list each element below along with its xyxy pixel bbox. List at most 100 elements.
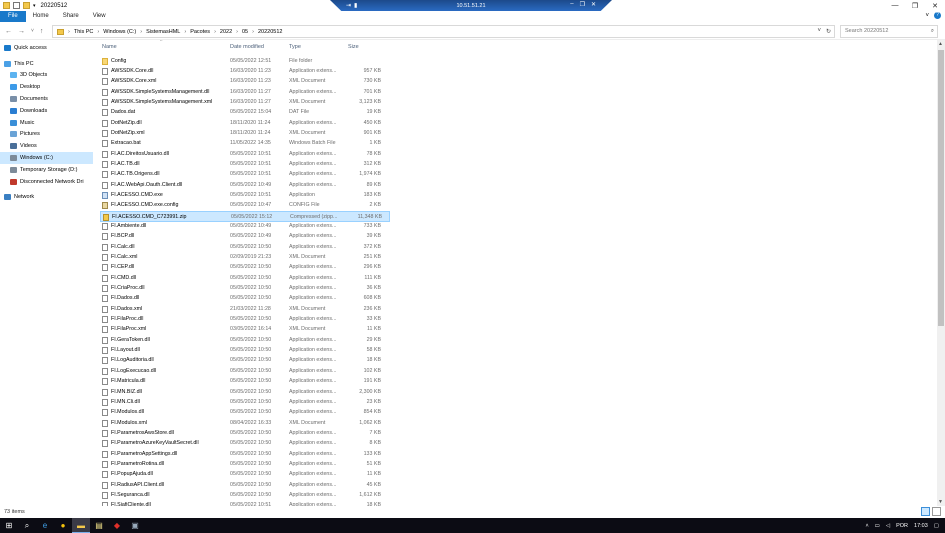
- vertical-scrollbar[interactable]: ▲ ▼: [937, 40, 945, 506]
- clock[interactable]: 17:03: [914, 523, 928, 529]
- sidebar-item-network[interactable]: Network: [0, 192, 93, 204]
- back-button[interactable]: ←: [5, 28, 12, 35]
- file-row[interactable]: FI.Modulos.xml 08/04/2022 16:33 XML Docume…: [100, 418, 390, 428]
- sidebar-item-documents[interactable]: Documents: [0, 93, 93, 105]
- tab-file[interactable]: File: [0, 11, 26, 22]
- search-input[interactable]: Search 20220512 ⌕: [840, 25, 938, 38]
- file-row[interactable]: FI.RadiusAPI.Client.dll 05/05/2022 10:50 A…: [100, 480, 390, 490]
- column-header-name[interactable]: Name: [102, 40, 117, 54]
- file-row[interactable]: AWSSDK.SimpleSystemsManagement.xml 16/03/…: [100, 97, 390, 107]
- sidebar-item-3d-objects[interactable]: 3D Objects: [0, 70, 93, 82]
- breadcrumb-20220512[interactable]: 20220512: [258, 29, 282, 35]
- details-view-button[interactable]: [921, 507, 930, 516]
- scroll-up-arrow[interactable]: ▲: [938, 41, 943, 47]
- scrollbar-thumb[interactable]: [938, 50, 944, 326]
- file-row[interactable]: FI.CMD.dll 05/05/2022 10:50 Application ex…: [100, 273, 390, 283]
- signal-icon[interactable]: ▮: [354, 2, 357, 9]
- sidebar-item-downloads[interactable]: Downloads: [0, 105, 93, 117]
- file-row[interactable]: FI.Layout.dll 05/05/2022 10:50 Application…: [100, 346, 390, 356]
- file-row[interactable]: AWSSDK.Core.xml 16/03/2020 11:23 XML Docum…: [100, 77, 390, 87]
- file-row[interactable]: FI.ACESSO.CMD.exe.config 05/05/2022 10:47…: [100, 201, 390, 211]
- help-icon[interactable]: ?: [934, 12, 941, 19]
- file-row[interactable]: FI.ParametroRotina.dll 05/05/2022 10:50 Ap…: [100, 459, 390, 469]
- file-row[interactable]: FI.ACESSO.CMD_C723991.zip 05/05/2022 15:1…: [100, 211, 390, 222]
- sidebar-item-quick-access[interactable]: Quick access: [0, 42, 93, 54]
- file-explorer-icon[interactable]: ▬: [72, 518, 90, 533]
- large-icons-view-button[interactable]: [932, 507, 941, 516]
- sidebar-item-disconnected-network-dri[interactable]: Disconnected Network Dri: [0, 176, 93, 188]
- refresh-icon[interactable]: ↻: [826, 28, 831, 35]
- sidebar-item-this-pc[interactable]: This PC: [0, 58, 93, 70]
- app-icon[interactable]: ▣: [126, 518, 144, 533]
- file-row[interactable]: FI.MN.Cli.dll 05/05/2022 10:50 Application…: [100, 397, 390, 407]
- file-row[interactable]: FI.AC.WebApi.Oauth.Client.dll 05/05/2022 …: [100, 180, 390, 190]
- breadcrumb-pacotes[interactable]: Pacotes: [190, 29, 210, 35]
- file-row[interactable]: FI.Calc.xml 02/09/2019 21:23 XML Document 2…: [100, 253, 390, 263]
- file-row[interactable]: FI.Calc.dll 05/05/2022 10:50 Application e…: [100, 242, 390, 252]
- tab-home[interactable]: Home: [26, 11, 56, 22]
- column-header-type[interactable]: Type: [289, 40, 301, 54]
- file-row[interactable]: FI.Modulos.dll 05/05/2022 10:50 Applicatio…: [100, 408, 390, 418]
- rdp-restore-button[interactable]: ❐: [580, 1, 585, 8]
- tray-chevron-icon[interactable]: ˄: [865, 523, 868, 529]
- notes-icon[interactable]: ▤: [90, 518, 108, 533]
- address-bar[interactable]: › This PC › Windows (C:) › SistemasHML ›…: [52, 25, 835, 38]
- chrome-icon[interactable]: ●: [54, 518, 72, 533]
- sidebar-item-temporary-storage-d[interactable]: Temporary Storage (D:): [0, 164, 93, 176]
- save-icon[interactable]: [13, 2, 20, 9]
- file-row[interactable]: FI.AC.DireitosUsuario.dll 05/05/2022 10:5…: [100, 149, 390, 159]
- minimize-button[interactable]: —: [885, 0, 905, 11]
- sidebar-item-pictures[interactable]: Pictures: [0, 129, 93, 141]
- scroll-down-arrow[interactable]: ▼: [938, 499, 943, 505]
- file-row[interactable]: FI.Seguranca.dll 05/05/2022 10:50 Applicat…: [100, 490, 390, 500]
- file-row[interactable]: FI.FilaProc.xml 03/05/2022 16:14 XML Docum…: [100, 325, 390, 335]
- up-button[interactable]: ↑: [40, 28, 44, 35]
- forward-button[interactable]: →: [18, 28, 25, 35]
- maximize-button[interactable]: ❐: [905, 0, 925, 11]
- file-row[interactable]: DotNetZip.xml 18/11/2020 11:24 XML Documen…: [100, 128, 390, 138]
- file-row[interactable]: FI.ACESSO.CMD.exe 05/05/2022 10:51 Applica…: [100, 190, 390, 200]
- file-row[interactable]: FI.CriaProc.dll 05/05/2022 10:50 Applicati…: [100, 284, 390, 294]
- file-row[interactable]: FI.PopupAjuda.dll 05/05/2022 10:50 Applica…: [100, 470, 390, 480]
- edge-icon[interactable]: e: [36, 518, 54, 533]
- recent-locations-button[interactable]: ˅: [31, 28, 34, 34]
- file-row[interactable]: FI.Dados.xml 21/03/2022 11:28 XML Document…: [100, 304, 390, 314]
- file-row[interactable]: FI.LogAuditoria.dll 05/05/2022 10:50 Appli…: [100, 356, 390, 366]
- rdp-close-button[interactable]: ✕: [591, 1, 596, 8]
- breadcrumb-windows-c[interactable]: Windows (C:): [103, 29, 136, 35]
- file-row[interactable]: DotNetZip.dll 18/11/2020 11:24 Application…: [100, 118, 390, 128]
- file-row[interactable]: Extracao.bat 11/05/2022 14:35 Windows Batc…: [100, 139, 390, 149]
- file-row[interactable]: FI.AC.TB.Origens.dll 05/05/2022 10:51 Appl…: [100, 170, 390, 180]
- file-row[interactable]: FI.Matricula.dll 05/05/2022 10:50 Applicat…: [100, 377, 390, 387]
- file-row[interactable]: FI.ParametroAzureKeyVaultSecret.dll 05/05…: [100, 439, 390, 449]
- sidebar-item-windows-c[interactable]: Windows (C:): [0, 152, 93, 164]
- file-row[interactable]: FI.ParametroAppSettings.dll 05/05/2022 10…: [100, 449, 390, 459]
- file-row[interactable]: AWSSDK.Core.dll 16/03/2020 11:23 Applicati…: [100, 66, 390, 76]
- file-row[interactable]: FI.CEP.dll 05/05/2022 10:50 Application ex…: [100, 263, 390, 273]
- sidebar-item-videos[interactable]: Videos: [0, 140, 93, 152]
- file-row[interactable]: FI.FilaProc.dll 05/05/2022 10:50 Applicati…: [100, 315, 390, 325]
- network-tray-icon[interactable]: ▭: [875, 523, 880, 529]
- address-dropdown-icon[interactable]: ˅: [817, 28, 821, 35]
- tab-view[interactable]: View: [86, 11, 113, 22]
- new-folder-icon[interactable]: [23, 2, 30, 9]
- file-row[interactable]: FI.BCP.dll 05/05/2022 10:49 Application ex…: [100, 232, 390, 242]
- start-icon[interactable]: ⊞: [0, 518, 18, 533]
- file-row[interactable]: FI.AC.TB.dll 05/05/2022 10:51 Application …: [100, 159, 390, 169]
- pin-icon[interactable]: ⇥: [346, 2, 351, 9]
- file-row[interactable]: AWSSDK.SimpleSystemsManagement.dll 16/03/…: [100, 87, 390, 97]
- language-indicator[interactable]: POR: [896, 523, 908, 529]
- search-icon[interactable]: ⌕: [931, 26, 934, 37]
- file-row[interactable]: FI.ParametrosAwsStore.dll 05/05/2022 10:5…: [100, 428, 390, 438]
- breadcrumb-05[interactable]: 05: [242, 29, 248, 35]
- column-header-size[interactable]: Size: [348, 40, 359, 54]
- notification-icon[interactable]: ▢: [934, 523, 939, 529]
- chevron-down-icon[interactable]: ˅: [925, 13, 929, 19]
- breadcrumb-sistemashml[interactable]: SistemasHML: [146, 29, 180, 35]
- file-row[interactable]: Config 05/05/2022 12:51 File folder: [100, 56, 390, 66]
- breadcrumb-2022[interactable]: 2022: [220, 29, 232, 35]
- file-row[interactable]: FI.GeraToken.dll 05/05/2022 10:50 Applicat…: [100, 335, 390, 345]
- file-row[interactable]: Dados.dat 05/05/2022 15:04 DAT File 19 KB: [100, 108, 390, 118]
- search-icon[interactable]: ⌕: [18, 518, 36, 533]
- file-row[interactable]: FI.MN.BIZ.dll 05/05/2022 10:50 Application…: [100, 387, 390, 397]
